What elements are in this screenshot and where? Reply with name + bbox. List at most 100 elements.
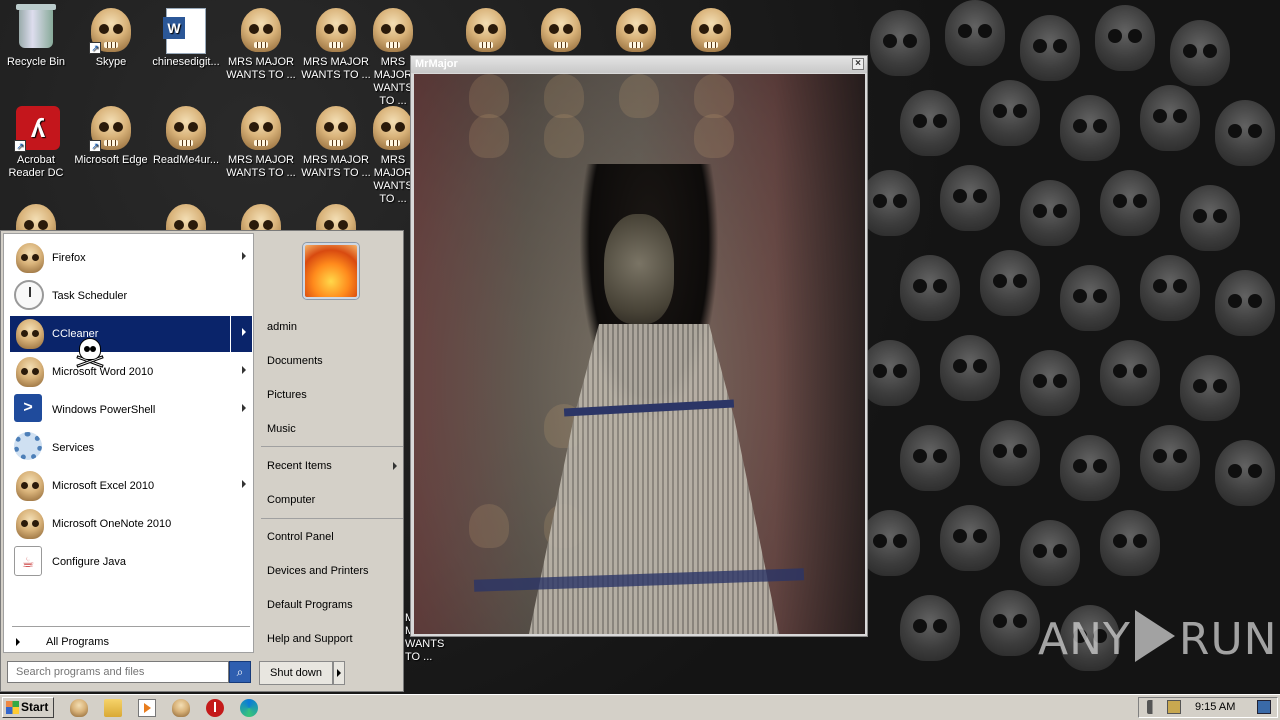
search-icon: ⌕	[236, 665, 244, 679]
divider	[261, 446, 403, 447]
show-desktop-icon[interactable]	[1257, 700, 1271, 714]
desktop-icon-mrs-major[interactable]	[523, 8, 599, 56]
divider	[12, 626, 250, 627]
media-player-icon[interactable]	[138, 699, 156, 717]
windows-flag-icon	[6, 701, 19, 714]
program-item-firefox[interactable]: Firefox	[10, 240, 252, 276]
desktop-icon-label: MRS MAJOR WANTS TO ...	[301, 154, 371, 179]
skull-icon	[373, 106, 413, 150]
submenu-arrow-icon	[242, 404, 246, 412]
submenu-arrow-icon	[393, 462, 397, 470]
program-item-excel[interactable]: Microsoft Excel 2010	[10, 468, 252, 504]
program-item-powershell[interactable]: > Windows PowerShell	[10, 392, 252, 428]
skull-icon	[16, 471, 44, 501]
desktop-icon-mrs-major[interactable]	[598, 8, 674, 56]
desktop-icon-label: MRS MAJOR WANTS TO ...	[373, 56, 413, 107]
desktop-icon-mrs-major[interactable]: MRS MAJOR WANTS TO ...	[298, 106, 374, 180]
desktop-icon-label: MRS MAJOR WANTS TO ...	[226, 154, 296, 179]
program-item-services[interactable]: Services	[10, 430, 252, 466]
divider	[261, 518, 403, 519]
program-label: Microsoft Excel 2010	[52, 480, 155, 492]
shutdown-button[interactable]: Shut down	[259, 661, 333, 685]
close-icon: ×	[855, 58, 861, 69]
link-documents[interactable]: Documents	[267, 351, 403, 371]
link-music[interactable]: Music	[267, 419, 403, 439]
desktop-icon-readme[interactable]: ReadMe4ur...	[148, 106, 224, 167]
skull-icon	[16, 357, 44, 387]
desktop-icon-mrs-major[interactable]	[448, 8, 524, 56]
desktop-icon-microsoft-edge[interactable]: ↗ Microsoft Edge	[73, 106, 149, 167]
skull-icon	[16, 509, 44, 539]
skull-icon	[166, 106, 206, 150]
word-document-icon: W	[163, 8, 206, 54]
mrmajor-window[interactable]: MrMajor ×	[410, 55, 868, 637]
doll-image	[414, 74, 865, 634]
link-recent-items[interactable]: Recent Items	[267, 456, 403, 476]
desktop-icon-mrs-major[interactable]: MRS MAJOR WANTS TO ...	[298, 8, 374, 82]
program-item-ccleaner[interactable]: CCleaner	[10, 316, 252, 352]
program-item-onenote[interactable]: Microsoft OneNote 2010	[10, 506, 252, 542]
stop-icon[interactable]	[206, 699, 224, 717]
desktop-icon-mrs-major[interactable]: MRS MAJOR WANTS TO ...	[373, 106, 413, 206]
program-item-word[interactable]: Microsoft Word 2010	[10, 354, 252, 390]
desktop-icon-label: Microsoft Edge	[74, 154, 148, 166]
link-devices-printers[interactable]: Devices and Printers	[267, 561, 403, 581]
desktop-icon-chinesedigit[interactable]: W chinesedigit...	[148, 8, 224, 69]
skull-icon	[241, 8, 281, 52]
skull-icon	[691, 8, 731, 52]
link-pictures[interactable]: Pictures	[267, 385, 403, 405]
submenu-arrow-icon	[242, 252, 246, 260]
program-label: Windows PowerShell	[52, 404, 156, 416]
skull-icon	[541, 8, 581, 52]
link-control-panel[interactable]: Control Panel	[267, 527, 403, 547]
shutdown-label: Shut down	[270, 667, 322, 679]
taskbar-skull-icon[interactable]	[70, 699, 88, 717]
window-titlebar[interactable]: MrMajor ×	[411, 56, 867, 73]
network-icon[interactable]	[1167, 700, 1181, 714]
watermark-text-left: ANY	[1038, 614, 1131, 665]
volume-icon[interactable]	[1147, 700, 1161, 714]
link-label: Control Panel	[267, 531, 334, 543]
desktop-icon-mrs-major[interactable]: MRS MAJOR WANTS TO ...	[223, 106, 299, 180]
desktop-icon-recycle-bin[interactable]: Recycle Bin	[0, 4, 74, 69]
submenu-button[interactable]	[230, 316, 252, 352]
search-button[interactable]: ⌕	[229, 661, 251, 683]
desktop-icon-mrs-major[interactable]: MRS MAJOR WANTS TO ...	[223, 8, 299, 82]
search-input[interactable]	[7, 661, 229, 683]
triangle-right-icon	[16, 638, 20, 646]
all-programs-label: All Programs	[46, 636, 109, 648]
clock[interactable]: 9:15 AM	[1195, 698, 1235, 717]
desktop-icon-label: Skype	[95, 56, 127, 68]
desktop-icon-mrs-major[interactable]	[673, 8, 749, 56]
desktop-icon-label: MRS MAJOR WANTS TO ...	[373, 154, 413, 205]
desktop-icon-mrs-major[interactable]: MRS MAJOR WANTS TO ...	[373, 8, 413, 108]
start-button[interactable]: Start	[2, 697, 54, 718]
folder-icon[interactable]	[104, 699, 122, 717]
java-icon: ☕	[14, 546, 42, 576]
skull-cursor-icon	[76, 338, 104, 368]
all-programs-button[interactable]: All Programs	[14, 632, 250, 652]
desktop-icon-skype[interactable]: ↗ Skype	[73, 8, 149, 69]
clock-icon	[14, 280, 44, 310]
taskbar-skull-icon[interactable]	[172, 699, 190, 717]
user-avatar[interactable]	[303, 243, 359, 299]
close-button[interactable]: ×	[852, 58, 864, 70]
skull-icon	[16, 243, 44, 273]
desktop-icon-label: chinesedigit...	[152, 56, 220, 68]
skull-icon	[16, 319, 44, 349]
link-help-support[interactable]: Help and Support	[267, 629, 403, 649]
program-item-configure-java[interactable]: ☕ Configure Java	[10, 544, 252, 580]
link-computer[interactable]: Computer	[267, 490, 403, 510]
program-label: Microsoft OneNote 2010	[52, 518, 172, 530]
edge-icon[interactable]	[240, 699, 258, 717]
skull-icon	[316, 106, 356, 150]
link-default-programs[interactable]: Default Programs	[267, 595, 403, 615]
link-label: Default Programs	[267, 599, 353, 611]
program-label: Task Scheduler	[52, 290, 128, 302]
link-label: Recent Items	[267, 460, 332, 472]
desktop-icon-acrobat[interactable]: ʎ ↗ Acrobat Reader DC	[0, 106, 74, 180]
powershell-icon: >	[14, 394, 42, 422]
link-admin[interactable]: admin	[267, 317, 403, 337]
shutdown-options-button[interactable]	[333, 661, 345, 685]
program-item-task-scheduler[interactable]: Task Scheduler	[10, 278, 252, 314]
